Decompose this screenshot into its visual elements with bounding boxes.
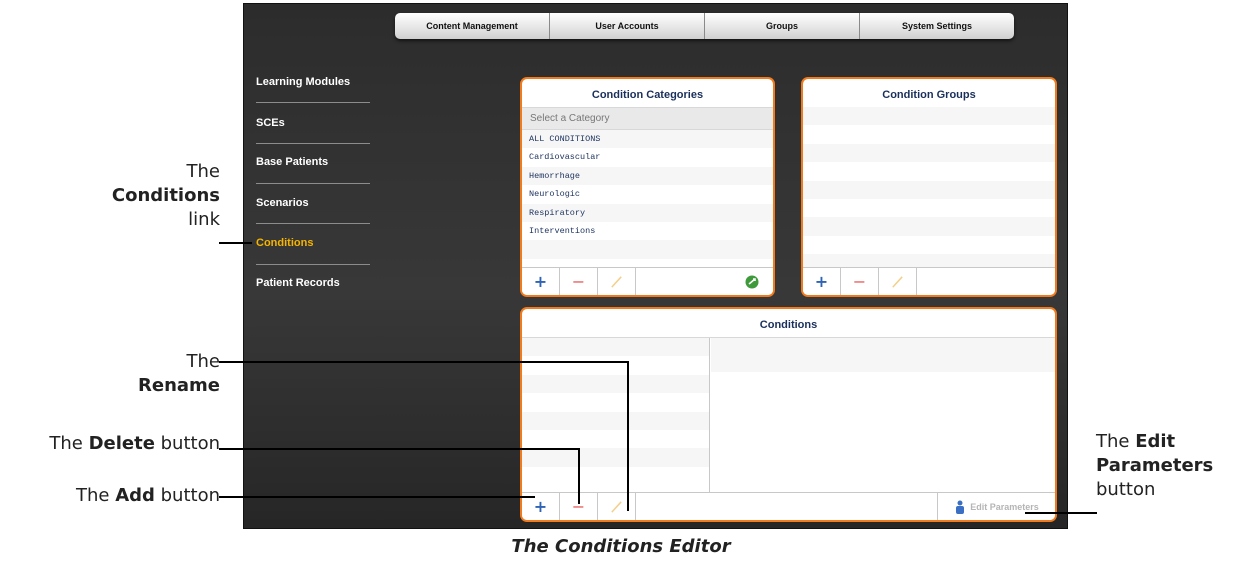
callout-rename: The Rename — [110, 350, 220, 398]
list-item — [522, 429, 709, 449]
figure-caption: The Conditions Editor — [511, 536, 731, 557]
category-select[interactable]: Select a Category — [522, 107, 773, 130]
callout-text: The — [1096, 431, 1136, 452]
list-item — [522, 356, 709, 375]
tab-groups[interactable]: Groups — [705, 13, 860, 39]
list-item[interactable]: Cardiovascular — [522, 148, 773, 167]
list-item — [803, 235, 1055, 255]
callout-text: Edit — [1135, 431, 1176, 452]
rename-button[interactable] — [598, 493, 636, 520]
condition-categories-panel: Condition Categories Select a Category A… — [520, 77, 775, 297]
list-item[interactable]: Neurologic — [522, 185, 773, 204]
condition-groups-title: Condition Groups — [882, 89, 976, 101]
edit-parameters-button[interactable]: Edit Parameters — [937, 493, 1055, 520]
nav-divider — [256, 143, 370, 144]
nav-divider — [256, 223, 370, 224]
list-item — [522, 374, 709, 394]
pencil-icon — [611, 501, 622, 513]
tab-system-settings[interactable]: System Settings — [860, 13, 1014, 39]
nav-item-scenarios[interactable]: Scenarios — [256, 197, 370, 209]
callout-line — [627, 361, 629, 511]
category-toolbar: + − — [522, 267, 773, 295]
toolbar-spacer — [636, 268, 773, 295]
list-item[interactable]: Hemorrhage — [522, 166, 773, 186]
condition-groups-panel: Condition Groups + − — [801, 77, 1057, 297]
pencil-icon — [892, 276, 903, 288]
list-item — [522, 411, 709, 430]
list-item — [803, 217, 1055, 236]
list-item — [803, 125, 1055, 144]
nav-divider — [256, 102, 370, 103]
callout-text: The — [186, 161, 220, 182]
condition-detail-area — [711, 338, 1055, 372]
group-list — [803, 107, 1055, 291]
delete-category-button[interactable]: − — [560, 268, 598, 295]
callout-line — [219, 242, 252, 244]
callout-line — [219, 496, 535, 498]
main-tab-bar: Content Management User Accounts Groups … — [395, 13, 1014, 39]
nav-item-sces[interactable]: SCEs — [256, 117, 370, 129]
callout-text: button — [154, 433, 220, 454]
delete-group-button[interactable]: − — [841, 268, 879, 295]
category-list: ALL CONDITIONS Cardiovascular Hemorrhage… — [522, 130, 773, 259]
list-item — [522, 466, 709, 486]
condition-categories-title: Condition Categories — [591, 89, 704, 101]
pencil-icon — [611, 276, 622, 288]
tab-user-accounts[interactable]: User Accounts — [550, 13, 705, 39]
add-category-button[interactable]: + — [522, 268, 560, 295]
callout-line — [1025, 512, 1097, 514]
rename-group-button[interactable] — [879, 268, 917, 295]
tab-content-management[interactable]: Content Management — [395, 13, 550, 39]
callout-line — [219, 361, 629, 363]
edit-parameters-label: Edit Parameters — [970, 501, 1039, 512]
list-item — [522, 393, 709, 412]
callout-conditions-link: The Conditions link — [90, 160, 220, 232]
list-item — [803, 107, 1055, 126]
group-toolbar: + − — [803, 267, 1055, 295]
list-item[interactable]: Interventions — [522, 221, 773, 241]
conditions-editor-window: Content Management User Accounts Groups … — [243, 3, 1068, 529]
nav-item-conditions[interactable]: Conditions — [256, 237, 370, 249]
callout-text: Rename — [138, 375, 220, 396]
callout-text: The — [76, 485, 116, 506]
callout-text: Conditions — [111, 185, 220, 206]
list-item[interactable]: ALL CONDITIONS — [522, 130, 773, 149]
callout-text: button — [1096, 479, 1156, 500]
list-item — [522, 240, 773, 259]
nav-item-patient-records[interactable]: Patient Records — [256, 277, 370, 289]
list-item — [803, 180, 1055, 199]
callout-text: The — [186, 351, 220, 372]
nav-item-learning-modules[interactable]: Learning Modules — [256, 76, 370, 88]
list-item — [803, 162, 1055, 181]
callout-delete: The Delete button — [0, 432, 220, 456]
conditions-panel: Conditions + − Edit Parameters — [520, 307, 1057, 522]
add-group-button[interactable]: + — [803, 268, 841, 295]
callout-add: The Add button — [0, 484, 220, 508]
refresh-icon[interactable] — [745, 275, 759, 289]
rename-category-button[interactable] — [598, 268, 636, 295]
conditions-title: Conditions — [759, 319, 818, 331]
list-item[interactable]: Respiratory — [522, 203, 773, 222]
list-item — [522, 338, 709, 357]
callout-text: link — [188, 209, 220, 230]
callout-text: Parameters — [1096, 455, 1214, 476]
callout-text: button — [154, 485, 220, 506]
nav-divider — [256, 264, 370, 265]
nav-item-base-patients[interactable]: Base Patients — [256, 156, 370, 168]
callout-line — [578, 448, 580, 504]
list-item — [803, 198, 1055, 218]
callout-text: The — [49, 433, 89, 454]
callout-text: Delete — [88, 433, 155, 454]
callout-text: Add — [115, 485, 155, 506]
callout-edit-parameters: The Edit Parameters button — [1096, 430, 1242, 502]
list-item — [803, 143, 1055, 163]
list-item — [522, 448, 709, 467]
person-icon — [956, 500, 965, 514]
nav-divider — [256, 183, 370, 184]
callout-line — [219, 448, 580, 450]
conditions-toolbar: + − Edit Parameters — [522, 492, 1055, 520]
